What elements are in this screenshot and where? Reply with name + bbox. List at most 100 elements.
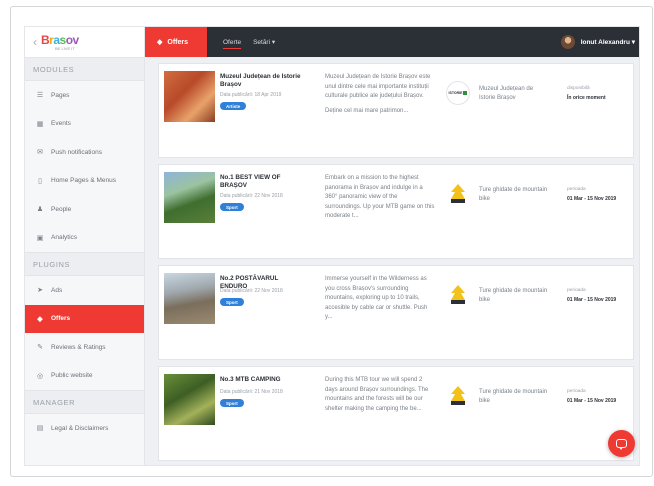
person-icon: ♟ <box>36 206 44 214</box>
availability-value: 01 Mar - 15 Nov 2019 <box>567 196 617 202</box>
organizer-name[interactable]: Ture ghidate de mountain bike <box>479 388 549 406</box>
sidebar-item-label: Reviews & Ratings <box>51 343 106 351</box>
description-text: Embark on a mission to the highest panor… <box>325 175 435 220</box>
megaphone-icon: ➤ <box>37 287 43 295</box>
tab-oferte[interactable]: Oferte <box>223 27 242 57</box>
avatar <box>560 35 575 49</box>
user-name: Ionut Alexandru ▾ <box>580 39 635 46</box>
description-text: Muzeul Județean de Istorie Brașov este u… <box>325 74 431 100</box>
sidebar-item-label: Ads <box>51 286 63 294</box>
description-text: Immerse yourself in the Wilderness as yo… <box>325 276 428 321</box>
sidebar-item-label: Push notifications <box>51 148 102 156</box>
sidebar-item-label: Pages <box>51 91 70 99</box>
availability-label: perioada <box>567 187 586 192</box>
sidebar-item-legal-disclaimers[interactable]: ▤ Legal & Disclaimers <box>25 414 144 443</box>
sidebar-item-pages[interactable]: ☰ Pages <box>25 81 144 110</box>
availability-label: perioada <box>567 389 586 394</box>
offer-title[interactable]: Muzeul Județean de Istorie Brașov <box>220 73 304 89</box>
sidebar-item-label: Analytics <box>51 234 78 242</box>
offer-description: Muzeul Județean de Istorie Brașov este u… <box>325 73 435 116</box>
sidebar-item-events[interactable]: ▦ Events <box>25 110 144 139</box>
list-icon: ☰ <box>36 92 44 100</box>
offer-title[interactable]: No.1 BEST VIEW OF BRAȘOV <box>220 174 304 190</box>
sidebar-item-label: Legal & Disclaimers <box>51 424 109 432</box>
topbar: ◆ Offers Oferte Setări ▾ Ionut Alexandru… <box>145 27 639 57</box>
offer-image[interactable] <box>164 172 215 223</box>
availability-value: 01 Mar - 15 Nov 2019 <box>567 398 617 404</box>
calendar-icon: ▦ <box>36 120 44 128</box>
sidebar-item-reviews-ratings[interactable]: ✎ Reviews & Ratings <box>25 333 144 362</box>
availability-label: perioada <box>567 288 586 293</box>
offer-description: During this MTB tour we will spend 2 day… <box>325 376 435 414</box>
mtb-logo-icon <box>446 283 470 307</box>
sidebar-item-label: People <box>51 205 72 213</box>
offer-description: Immerse yourself in the Wilderness as yo… <box>325 275 435 323</box>
offer-date: Data publicării: 22 Nov 2018 <box>220 288 283 294</box>
offer-card[interactable]: No.3 MTB CAMPING Data publicării: 21 Nov … <box>158 366 634 461</box>
offer-title[interactable]: No.3 MTB CAMPING <box>220 376 304 384</box>
availability-value: În orice moment <box>567 95 606 101</box>
app-window: ‹ Brasov BE LIVE IT MODULES ☰ Pages ▦ Events… <box>24 26 640 466</box>
back-chevron-icon[interactable]: ‹ <box>33 35 37 49</box>
category-badge: Sport <box>220 298 244 306</box>
section-header-offers[interactable]: ◆ Offers <box>145 27 207 57</box>
sidebar-item-label: Events <box>51 120 71 128</box>
logo-tagline: BE LIVE IT <box>55 45 75 51</box>
sidebar-item-people[interactable]: ♟ People <box>25 195 144 224</box>
mail-icon: ✉ <box>37 149 43 157</box>
mtb-logo-icon <box>446 182 470 206</box>
organizer-name[interactable]: Ture ghidate de mountain bike <box>479 186 549 204</box>
availability-label: disponibilă <box>567 86 590 91</box>
chat-button[interactable] <box>608 430 635 457</box>
chat-bubble-icon <box>616 439 627 450</box>
phone-icon: ▯ <box>38 177 42 185</box>
globe-icon: ◎ <box>36 372 44 380</box>
offer-description: Embark on a mission to the highest panor… <box>325 174 435 222</box>
offer-image[interactable] <box>164 273 215 324</box>
offer-card[interactable]: No.1 BEST VIEW OF BRAȘOV Data publicării:… <box>158 164 634 259</box>
chart-icon: ▣ <box>36 234 44 242</box>
sidebar-item-ads[interactable]: ➤ Ads <box>25 276 144 305</box>
organizer-name[interactable]: Ture ghidate de mountain bike <box>479 287 549 305</box>
brasov-logo[interactable]: Brasov BE LIVE IT <box>41 34 79 51</box>
offer-image[interactable] <box>164 71 215 122</box>
description-more: Deține cel mai mare patrimon... <box>325 107 409 114</box>
tag-icon: ◆ <box>37 315 43 323</box>
sidebar-section-label: PLUGINS <box>25 252 144 276</box>
sidebar-item-push-notifications[interactable]: ✉ Push notifications <box>25 138 144 167</box>
chat-icon: ✎ <box>37 344 43 352</box>
offer-image[interactable] <box>164 374 215 425</box>
mtb-logo-icon <box>446 384 470 408</box>
offer-card[interactable]: No.2 POSTĂVARUL ENDURO Data publicării: 2… <box>158 265 634 360</box>
sidebar-item-analytics[interactable]: ▣ Analytics <box>25 224 144 253</box>
muzeu-logo-text: ISTORIE <box>448 91 463 95</box>
logo-area: ‹ Brasov BE LIVE IT <box>25 27 144 57</box>
availability-value: 01 Mar - 15 Nov 2019 <box>567 297 617 303</box>
user-menu[interactable]: Ionut Alexandru ▾ <box>560 35 639 49</box>
tag-icon: ◆ <box>157 39 163 46</box>
sidebar-item-offers[interactable]: ◆ Offers <box>25 304 144 333</box>
tab-setari[interactable]: Setări ▾ <box>253 27 275 57</box>
sidebar-section-label: MANAGER <box>25 390 144 414</box>
offers-list: Muzeul Județean de Istorie Brașov Data pu… <box>158 63 634 465</box>
muzeu-logo-icon: ISTORIE <box>446 81 470 105</box>
offer-card[interactable]: Muzeul Județean de Istorie Brașov Data pu… <box>158 63 634 158</box>
category-badge: Sport <box>220 203 244 211</box>
logo-text: Brasov <box>41 32 79 47</box>
sidebar-item-label: Public website <box>51 372 93 380</box>
sidebar-item-label: Home Pages & Menus <box>51 177 117 185</box>
offer-date: Data publicării: 22 Nov 2018 <box>220 193 283 199</box>
sidebar-section-label: MODULES <box>25 57 144 81</box>
category-badge: Artiste <box>220 102 247 110</box>
category-badge: Sport <box>220 399 244 407</box>
sidebar-nav: MODULES ☰ Pages ▦ Events ✉ Push notifications ▯… <box>25 57 144 443</box>
offer-date: Data publicării: 18 Apr 2019 <box>220 92 282 98</box>
offer-date: Data publicării: 21 Nov 2018 <box>220 389 283 395</box>
doc-icon: ▤ <box>36 425 44 433</box>
organizer-name[interactable]: Muzeul Județean de Istorie Brașov <box>479 85 549 103</box>
section-title: Offers <box>167 38 189 46</box>
description-text: During this MTB tour we will spend 2 day… <box>325 377 429 412</box>
sidebar-item-public-website[interactable]: ◎ Public website <box>25 362 144 391</box>
sidebar-item-home-pages-menus[interactable]: ▯ Home Pages & Menus <box>25 167 144 196</box>
sidebar-item-label: Offers <box>51 315 71 323</box>
